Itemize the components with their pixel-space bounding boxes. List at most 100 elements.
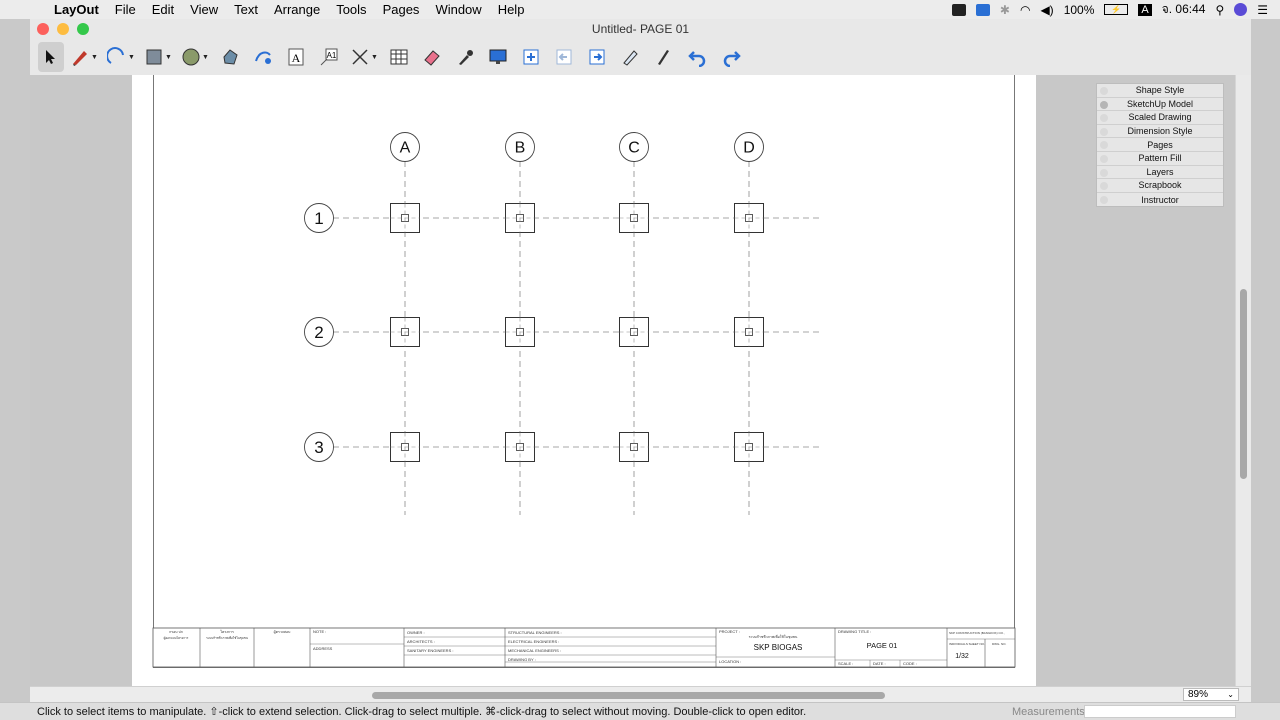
footing-d2[interactable] xyxy=(734,317,764,347)
column-bubble-d[interactable]: D xyxy=(734,132,764,162)
paint-tool[interactable] xyxy=(248,42,278,72)
eraser-tool[interactable] xyxy=(417,42,447,72)
line-tool[interactable]: ▼ xyxy=(67,42,101,72)
footing-d1[interactable] xyxy=(734,203,764,233)
tray-sketchup-model[interactable]: SketchUp Model xyxy=(1097,98,1223,112)
menu-tools[interactable]: Tools xyxy=(328,2,374,17)
row-bubble-3[interactable]: 3 xyxy=(304,432,334,462)
wifi-icon[interactable]: ◠ xyxy=(1020,3,1030,17)
siri-icon[interactable] xyxy=(1234,3,1248,16)
footing-a3[interactable] xyxy=(390,432,420,462)
notification-center-icon[interactable]: ☰ xyxy=(1257,3,1268,17)
tray-dot-icon xyxy=(1100,100,1108,109)
add-page-tool[interactable] xyxy=(516,42,546,72)
menu-window[interactable]: Window xyxy=(427,2,489,17)
battery-icon[interactable]: ⚡ xyxy=(1104,4,1129,15)
text-icon: A xyxy=(288,48,304,66)
footing-b3[interactable] xyxy=(505,432,535,462)
offset-tool[interactable] xyxy=(215,42,245,72)
zoom-button[interactable] xyxy=(77,23,89,35)
minimize-button[interactable] xyxy=(57,23,69,35)
menu-text[interactable]: Text xyxy=(226,2,266,17)
horizontal-scrollbar[interactable]: 89% ⌄ xyxy=(30,686,1251,702)
address-label: ADDRESS xyxy=(313,646,333,651)
close-button[interactable] xyxy=(37,23,49,35)
footing-d3[interactable] xyxy=(734,432,764,462)
footing-c2[interactable] xyxy=(619,317,649,347)
clock[interactable]: จ. 06:44 xyxy=(1162,0,1206,19)
presentation-tool[interactable] xyxy=(483,42,513,72)
eraser-icon xyxy=(424,50,440,66)
shape-tool[interactable]: ▼ xyxy=(141,42,175,72)
tray-pages[interactable]: Pages xyxy=(1097,138,1223,152)
footing-c3[interactable] xyxy=(619,432,649,462)
tray-dimension-style[interactable]: Dimension Style xyxy=(1097,125,1223,139)
dwg-no-label: DWG. NO. xyxy=(992,642,1006,646)
previous-page-tool[interactable] xyxy=(549,42,579,72)
tray-pattern-fill[interactable]: Pattern Fill xyxy=(1097,152,1223,166)
footing-b2[interactable] xyxy=(505,317,535,347)
menu-edit[interactable]: Edit xyxy=(144,2,182,17)
document-page[interactable]: A B C D 1 2 3 กรอบ ปก ผู้ออกแบบโครงการ โครงกา… xyxy=(132,75,1036,687)
eyedropper-icon xyxy=(459,50,473,65)
arrow-cursor-icon xyxy=(46,50,55,64)
title-block[interactable]: กรอบ ปก ผู้ออกแบบโครงการ โครงการ ระบบก๊า… xyxy=(152,627,1016,668)
table-tool[interactable] xyxy=(384,42,414,72)
menu-help[interactable]: Help xyxy=(490,2,533,17)
row-bubble-2[interactable]: 2 xyxy=(304,317,334,347)
tray-dot-icon xyxy=(1100,182,1108,191)
footing-c1[interactable] xyxy=(619,203,649,233)
measurements-input[interactable] xyxy=(1084,705,1236,718)
canvas-area[interactable]: A B C D 1 2 3 กรอบ ปก ผู้ออกแบบโครงการ โครงกา… xyxy=(30,75,1235,687)
volume-icon[interactable]: ◀) xyxy=(1040,3,1053,17)
menu-pages[interactable]: Pages xyxy=(375,2,428,17)
tray-shape-style[interactable]: Shape Style xyxy=(1097,84,1223,98)
menu-app[interactable]: LayOut xyxy=(46,2,107,17)
circle-tool[interactable]: ▼ xyxy=(178,42,212,72)
redo-tool[interactable] xyxy=(716,42,748,72)
drawing-canvas[interactable]: A B C D 1 2 3 กรอบ ปก ผู้ออกแบบโครงการ โครงกา… xyxy=(132,75,1036,687)
footing-a1[interactable] xyxy=(390,203,420,233)
menu-bar: LayOut File Edit View Text Arrange Tools… xyxy=(0,0,1280,19)
video-icon[interactable] xyxy=(951,3,966,16)
teamviewer-icon[interactable] xyxy=(975,3,990,16)
column-bubble-a[interactable]: A xyxy=(390,132,420,162)
style-tool[interactable] xyxy=(450,42,480,72)
pen-tool[interactable] xyxy=(648,42,678,72)
bluetooth-icon[interactable]: ✱ xyxy=(1000,3,1010,17)
column-bubble-b[interactable]: B xyxy=(505,132,535,162)
footing-b1[interactable] xyxy=(505,203,535,233)
edit-tool[interactable] xyxy=(615,42,645,72)
table-icon xyxy=(390,49,408,65)
text-tool[interactable]: A xyxy=(281,42,311,72)
column-label: D xyxy=(743,140,755,157)
drawing-title: PAGE 01 xyxy=(867,641,898,650)
menu-arrange[interactable]: Arrange xyxy=(266,2,328,17)
vertical-scrollbar[interactable] xyxy=(1235,75,1251,687)
input-source[interactable]: A xyxy=(1138,3,1152,16)
search-icon[interactable]: ⚲ xyxy=(1215,3,1224,17)
label-tool[interactable]: A1 xyxy=(314,42,344,72)
zoom-select[interactable]: 89% ⌄ xyxy=(1183,688,1239,701)
undo-tool[interactable] xyxy=(681,42,713,72)
select-tool[interactable] xyxy=(38,42,64,72)
next-page-tool[interactable] xyxy=(582,42,612,72)
dimension-tool[interactable]: ▼ xyxy=(347,42,381,72)
tray-layers[interactable]: Layers xyxy=(1097,166,1223,180)
menu-view[interactable]: View xyxy=(182,2,226,17)
tray-instructor[interactable]: Instructor xyxy=(1097,193,1223,207)
horizontal-scroll-thumb[interactable] xyxy=(372,692,885,699)
column-label: C xyxy=(628,140,640,157)
footing-a2[interactable] xyxy=(390,317,420,347)
edit-icon xyxy=(623,50,638,66)
menu-file[interactable]: File xyxy=(107,2,144,17)
row-bubble-1[interactable]: 1 xyxy=(304,203,334,233)
column-label: A xyxy=(400,140,411,157)
tray-scaled-drawing[interactable]: Scaled Drawing xyxy=(1097,111,1223,125)
arc-tool[interactable]: ▼ xyxy=(104,42,138,72)
mechanical-label: MECHANICAL ENGINEERS : xyxy=(508,648,561,653)
column-bubble-c[interactable]: C xyxy=(619,132,649,162)
tray-scrapbook[interactable]: Scrapbook xyxy=(1097,179,1223,193)
owner-label: OWNER : xyxy=(407,630,425,635)
vertical-scroll-thumb[interactable] xyxy=(1240,289,1247,479)
